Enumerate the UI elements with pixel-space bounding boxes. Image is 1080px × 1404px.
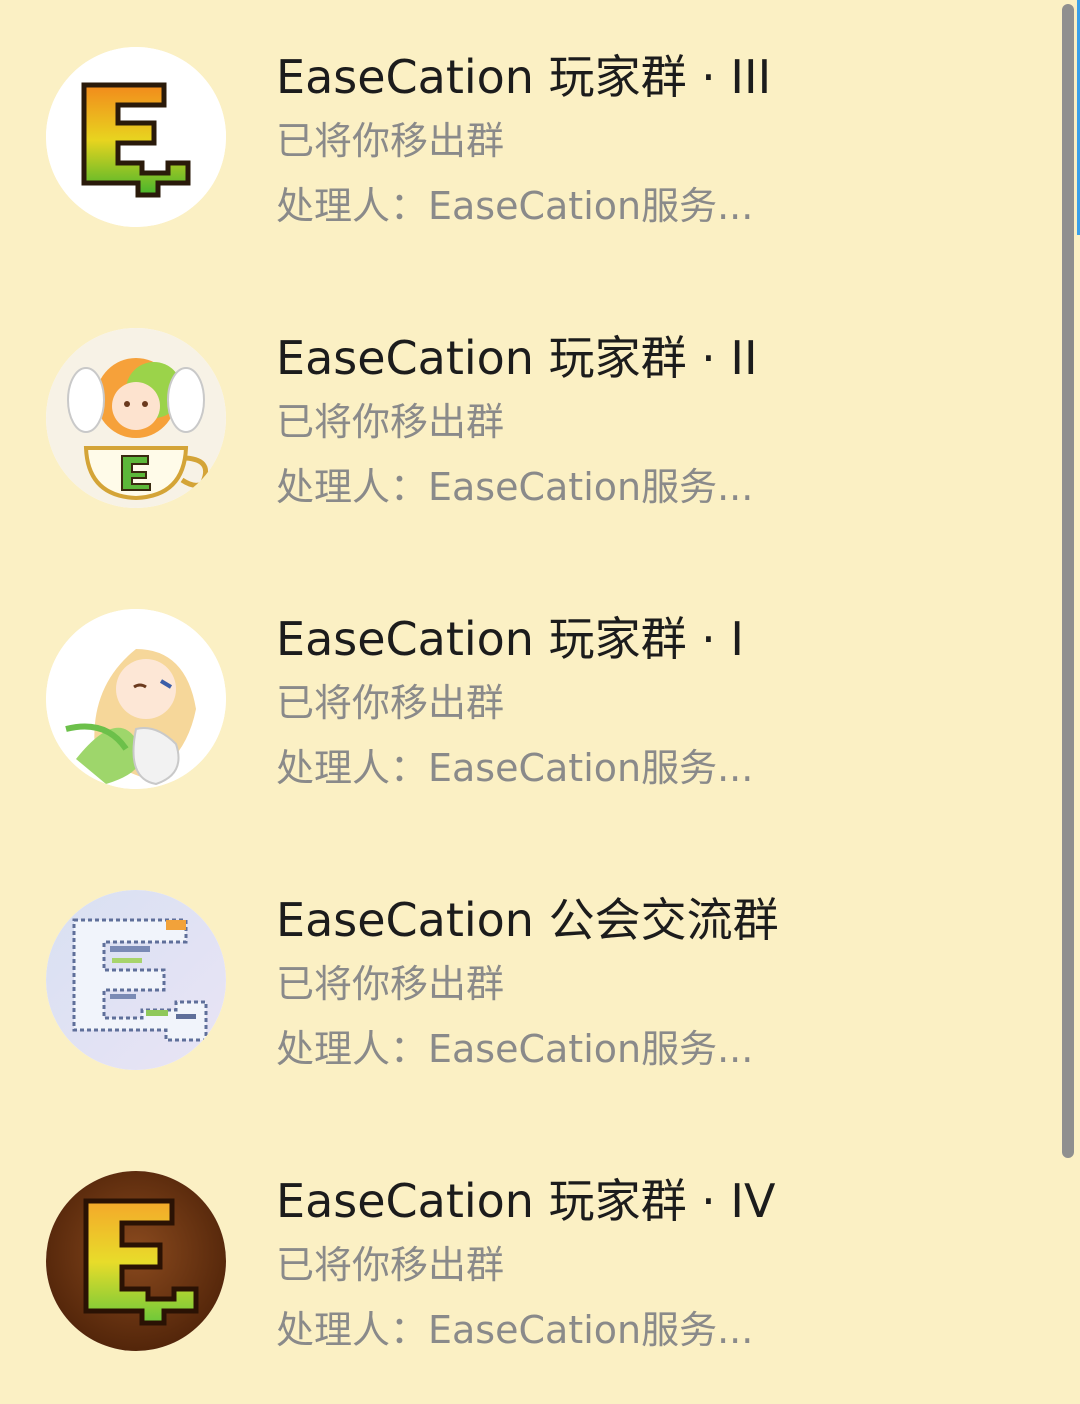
removed-status-text: 已将你移出群 xyxy=(276,1243,505,1287)
list-item[interactable]: EaseCation 公会交流群 已将你移出群 处理人：EaseCation服务… xyxy=(0,843,1060,1123)
group-title: EaseCation 玩家群 · I xyxy=(276,612,744,666)
list-item[interactable]: EaseCation 玩家群 · I 已将你移出群 处理人：EaseCation… xyxy=(0,562,1060,842)
handler-text: 处理人：EaseCation服务... xyxy=(276,1308,754,1352)
anime-girl-avatar-icon[interactable] xyxy=(46,609,226,789)
removed-status-text: 已将你移出群 xyxy=(276,962,505,1006)
removed-status-text: 已将你移出群 xyxy=(276,400,505,444)
group-title: EaseCation 公会交流群 xyxy=(276,893,779,947)
group-title: EaseCation 玩家群 · IV xyxy=(276,1174,776,1228)
easecation-logo-brown-icon[interactable] xyxy=(46,1171,226,1351)
list-item[interactable]: EaseCation 玩家群 · II 已将你移出群 处理人：EaseCatio… xyxy=(0,281,1060,561)
easecation-logo-white-icon[interactable] xyxy=(46,47,226,227)
list-item[interactable]: EaseCation 玩家群 · III 已将你移出群 处理人：EaseCati… xyxy=(0,0,1060,280)
handler-text: 处理人：EaseCation服务... xyxy=(276,184,754,228)
handler-text: 处理人：EaseCation服务... xyxy=(276,1027,754,1071)
vertical-scrollbar[interactable] xyxy=(1062,4,1074,1158)
word-cloud-logo-icon[interactable] xyxy=(46,890,226,1070)
group-title: EaseCation 玩家群 · III xyxy=(276,50,772,104)
list-item[interactable]: EaseCation 玩家群 · IV 已将你移出群 处理人：EaseCatio… xyxy=(0,1124,1060,1404)
removed-status-text: 已将你移出群 xyxy=(276,119,505,163)
removed-status-text: 已将你移出群 xyxy=(276,681,505,725)
handler-text: 处理人：EaseCation服务... xyxy=(276,746,754,790)
handler-text: 处理人：EaseCation服务... xyxy=(276,465,754,509)
group-notification-list: EaseCation 玩家群 · III 已将你移出群 处理人：EaseCati… xyxy=(0,0,1080,1404)
anime-teacup-avatar-icon[interactable] xyxy=(46,328,226,508)
group-title: EaseCation 玩家群 · II xyxy=(276,331,758,385)
